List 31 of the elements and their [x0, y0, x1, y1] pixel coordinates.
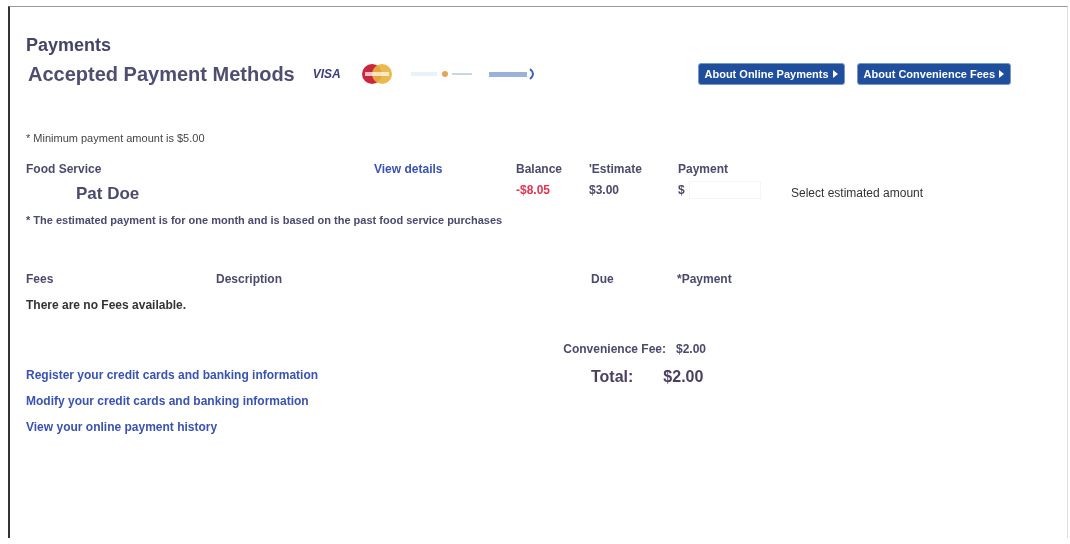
select-estimate-link[interactable]: Select estimated amount: [791, 180, 1053, 200]
empty-message: There are no Fees available.: [26, 298, 188, 312]
column-header: Due: [591, 272, 615, 286]
account-link[interactable]: Modify your credit cards and banking information: [26, 394, 591, 408]
fee-value: $2.00: [676, 342, 708, 356]
column-header: 'Estimate: [589, 162, 643, 176]
view-details-link[interactable]: View details: [374, 162, 516, 176]
fee-label: Convenience Fee:: [562, 342, 667, 356]
info-button[interactable]: About Convenience Fees: [856, 63, 1011, 85]
balance-cell-text: -$8.05: [516, 183, 552, 197]
column-header: Food Service: [26, 162, 103, 176]
currency-label: $: [678, 183, 685, 197]
caret-icon: [999, 70, 1004, 78]
account-link[interactable]: Register your credit cards and banking information: [26, 368, 591, 382]
minimum-note: * Minimum payment amount is $5.00: [26, 132, 206, 144]
account-link[interactable]: View your online payment history: [26, 420, 591, 434]
student-name: Pat Doe: [75, 183, 141, 204]
column-header: Fees: [26, 272, 55, 286]
column-header: Balance: [516, 162, 564, 176]
page-title: Payments: [26, 35, 113, 56]
column-header: Description: [216, 272, 283, 286]
estimate-note: * The estimated payment is for one month and is based on the past food service purchases: [26, 214, 504, 226]
info-button[interactable]: About Online Payments: [697, 63, 845, 85]
card-logo: VISA: [312, 67, 341, 81]
section-heading: Accepted Payment Methods: [28, 62, 295, 86]
total-label: Total:: [591, 368, 634, 387]
caret-icon: [832, 70, 838, 78]
column-header: Payment: [678, 162, 730, 176]
column-header: *Payment: [677, 272, 733, 286]
total-value: $2.00: [663, 368, 704, 387]
estimate-cell-text: $3.00: [589, 183, 621, 197]
